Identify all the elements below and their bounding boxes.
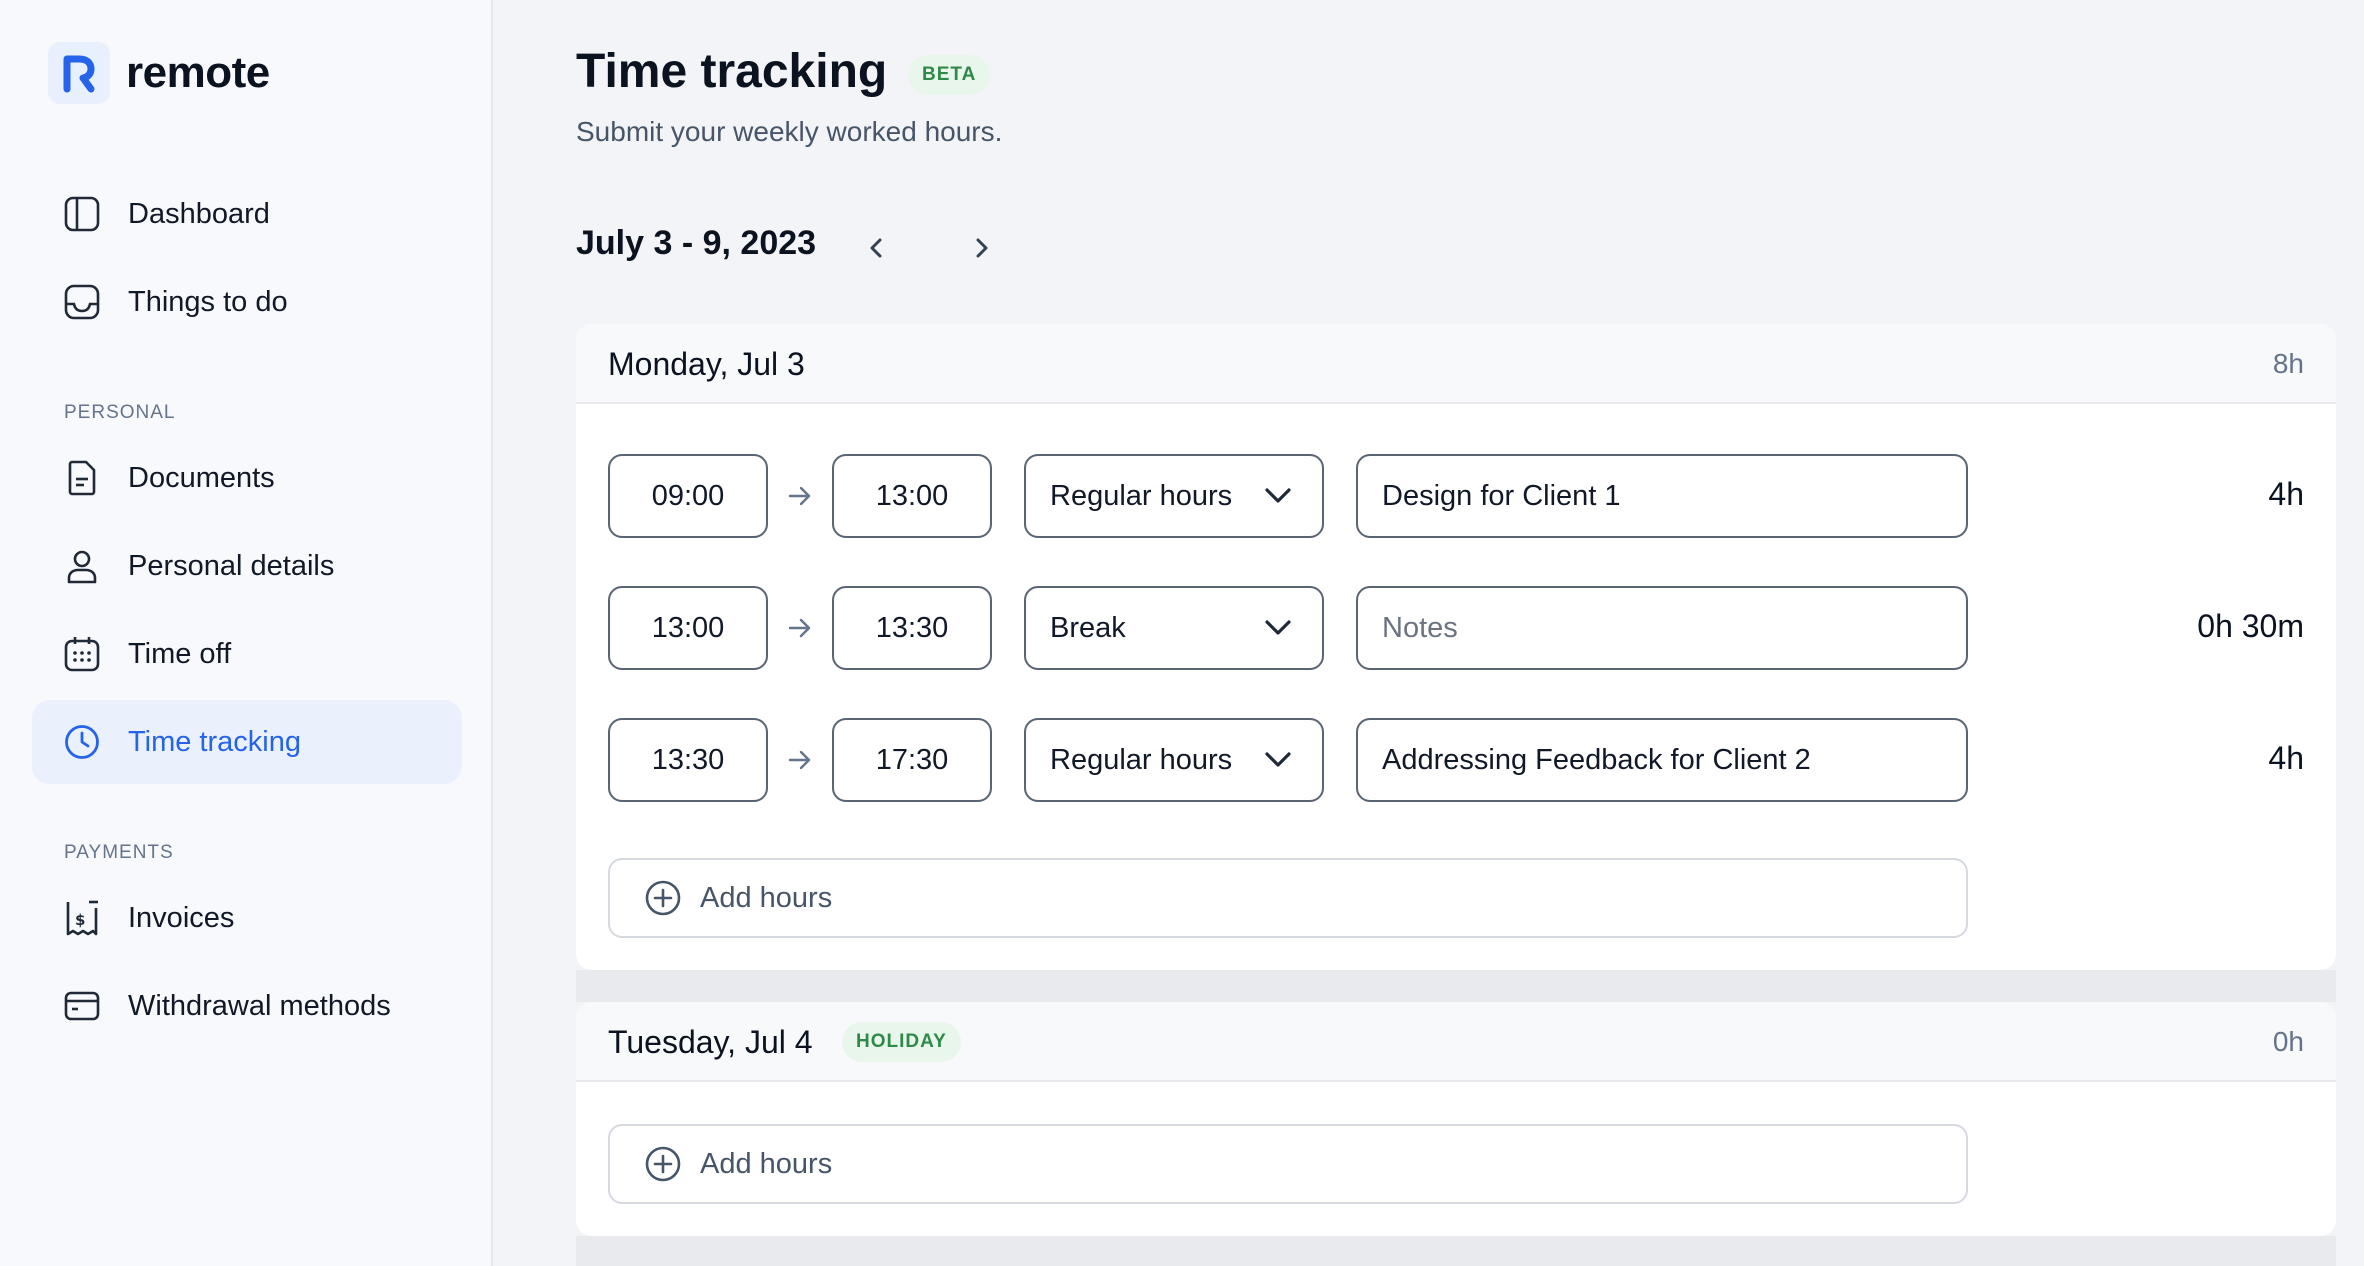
sidebar-item-invoices[interactable]: $ Invoices bbox=[32, 876, 462, 960]
day-card-header: Monday, Jul 3 8h bbox=[576, 324, 2336, 404]
entry-total: 0h 30m bbox=[2197, 608, 2304, 644]
beta-badge: BETA bbox=[908, 55, 991, 95]
chevron-down-icon bbox=[1265, 752, 1291, 767]
page-title: Time tracking bbox=[576, 45, 888, 98]
day-card-monday: Monday, Jul 3 8h 09:00 13:00 Regular hou… bbox=[576, 324, 2336, 970]
day-card-tuesday: Tuesday, Jul 4 HOLIDAY 0h Add hours bbox=[576, 1002, 2336, 1236]
sidebar-item-things-to-do[interactable]: Things to do bbox=[32, 260, 462, 344]
document-icon bbox=[62, 458, 102, 498]
calendar-icon bbox=[62, 634, 102, 674]
sidebar-item-label: Time off bbox=[128, 637, 232, 670]
day-total: 0h bbox=[2272, 1026, 2304, 1057]
page-subtitle: Submit your weekly worked hours. bbox=[576, 116, 1003, 147]
chevron-left-icon bbox=[870, 238, 882, 258]
plus-circle-icon bbox=[645, 1146, 681, 1182]
entry-total: 4h bbox=[2268, 476, 2304, 512]
card-icon bbox=[62, 986, 102, 1026]
section-label-payments: PAYMENTS bbox=[64, 842, 174, 863]
sidebar-item-dashboard[interactable]: Dashboard bbox=[32, 172, 462, 256]
hour-type-select[interactable]: Break bbox=[1024, 586, 1324, 670]
arrow-right-icon bbox=[785, 613, 815, 643]
day-card-header: Tuesday, Jul 4 HOLIDAY 0h bbox=[576, 1002, 2336, 1082]
sidebar-item-time-tracking[interactable]: Time tracking bbox=[32, 700, 462, 784]
holiday-badge: HOLIDAY bbox=[842, 1022, 961, 1062]
hour-type-select[interactable]: Regular hours bbox=[1024, 454, 1324, 538]
previous-week-button[interactable] bbox=[857, 228, 897, 268]
start-time-input[interactable]: 13:00 bbox=[608, 586, 768, 670]
section-label-personal: PERSONAL bbox=[64, 402, 176, 423]
arrow-right-icon bbox=[785, 745, 815, 775]
logo-text: remote bbox=[126, 48, 270, 97]
remote-logo-icon bbox=[48, 42, 110, 104]
end-time-input[interactable]: 13:00 bbox=[832, 454, 992, 538]
end-time-input[interactable]: 13:30 bbox=[832, 586, 992, 670]
sidebar: remote Dashboard Things to do PERSONAL D… bbox=[0, 0, 493, 1266]
sidebar-item-label: Dashboard bbox=[128, 197, 270, 230]
sidebar-item-label: Withdrawal methods bbox=[128, 989, 391, 1022]
sidebar-item-withdrawal-methods[interactable]: Withdrawal methods bbox=[32, 964, 462, 1048]
add-hours-label: Add hours bbox=[700, 881, 833, 914]
card-separator bbox=[576, 1236, 2336, 1266]
week-range: July 3 - 9, 2023 bbox=[576, 224, 817, 262]
card-separator bbox=[576, 970, 2336, 1002]
hour-type-value: Break bbox=[1050, 611, 1126, 644]
entry-total: 4h bbox=[2268, 740, 2304, 776]
plus-circle-icon bbox=[645, 880, 681, 916]
day-total: 8h bbox=[2272, 348, 2304, 379]
sidebar-item-time-off[interactable]: Time off bbox=[32, 612, 462, 696]
chevron-down-icon bbox=[1265, 620, 1291, 635]
logo[interactable]: remote bbox=[48, 42, 270, 104]
dashboard-icon bbox=[62, 194, 102, 234]
chevron-down-icon bbox=[1265, 488, 1291, 503]
clock-icon bbox=[62, 722, 102, 762]
sidebar-item-label: Time tracking bbox=[128, 725, 301, 758]
sidebar-item-label: Invoices bbox=[128, 901, 235, 934]
sidebar-item-label: Personal details bbox=[128, 549, 335, 582]
hour-type-select[interactable]: Regular hours bbox=[1024, 718, 1324, 802]
inbox-icon bbox=[62, 282, 102, 322]
add-hours-button[interactable]: Add hours bbox=[608, 1124, 1968, 1204]
add-hours-button[interactable]: Add hours bbox=[608, 858, 1968, 938]
notes-input[interactable]: Notes bbox=[1356, 586, 1968, 670]
end-time-input[interactable]: 17:30 bbox=[832, 718, 992, 802]
hour-type-value: Regular hours bbox=[1050, 479, 1233, 512]
arrow-right-icon bbox=[785, 481, 815, 511]
user-icon bbox=[62, 546, 102, 586]
sidebar-item-personal-details[interactable]: Personal details bbox=[32, 524, 462, 608]
svg-text:$: $ bbox=[75, 911, 85, 929]
add-hours-label: Add hours bbox=[700, 1147, 833, 1180]
day-title: Tuesday, Jul 4 bbox=[608, 1024, 813, 1060]
notes-input[interactable]: Design for Client 1 bbox=[1356, 454, 1968, 538]
notes-input[interactable]: Addressing Feedback for Client 2 bbox=[1356, 718, 1968, 802]
sidebar-item-documents[interactable]: Documents bbox=[32, 436, 462, 520]
sidebar-item-label: Documents bbox=[128, 461, 275, 494]
chevron-right-icon bbox=[976, 238, 988, 258]
hour-type-value: Regular hours bbox=[1050, 743, 1233, 776]
start-time-input[interactable]: 09:00 bbox=[608, 454, 768, 538]
sidebar-item-label: Things to do bbox=[128, 285, 288, 318]
start-time-input[interactable]: 13:30 bbox=[608, 718, 768, 802]
invoice-icon: $ bbox=[62, 898, 102, 938]
day-title: Monday, Jul 3 bbox=[608, 346, 805, 382]
next-week-button[interactable] bbox=[961, 228, 1001, 268]
